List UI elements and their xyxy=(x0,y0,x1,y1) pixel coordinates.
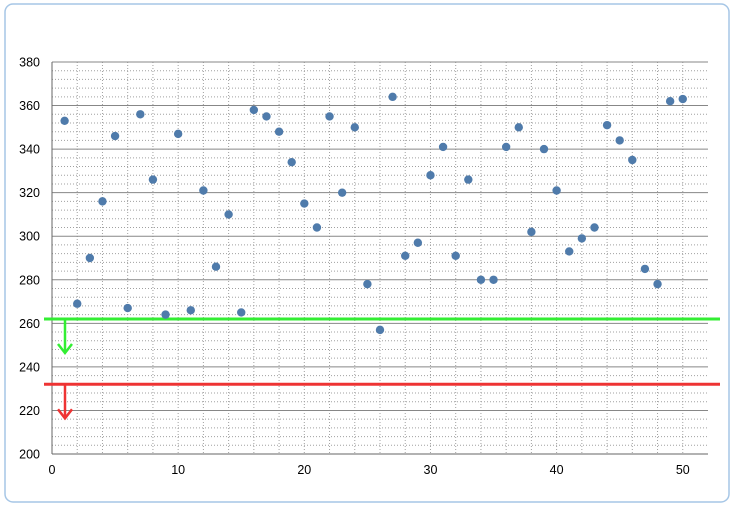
data-point xyxy=(653,279,662,289)
data-point xyxy=(438,142,448,152)
data-point xyxy=(325,112,334,121)
scatter-chart: 200 220 240 260 280 300 320 340 360 380 0 10 20 30 40 5… xyxy=(4,3,730,503)
data-point xyxy=(148,175,158,184)
data-point xyxy=(262,112,271,121)
data-point xyxy=(161,310,170,319)
data-point xyxy=(312,223,322,232)
data-point xyxy=(136,110,145,119)
data-point xyxy=(539,144,549,154)
data-point xyxy=(577,234,587,243)
chart-area: 200 220 240 260 280 300 320 340 360 380 0 10 20 30 40 5… xyxy=(0,0,735,506)
data-point xyxy=(401,251,410,261)
data-point xyxy=(186,306,195,315)
x-tick-label: 40 xyxy=(550,463,564,477)
data-point xyxy=(602,120,612,130)
y-tick-label: 260 xyxy=(19,317,40,331)
x-tick-label: 0 xyxy=(49,463,56,477)
data-point xyxy=(363,279,372,289)
data-point xyxy=(501,142,511,152)
data-point xyxy=(98,197,107,206)
data-point xyxy=(451,251,460,261)
data-point xyxy=(337,188,347,197)
y-tick-label: 280 xyxy=(19,273,40,287)
x-tick-label: 50 xyxy=(676,463,690,477)
data-point xyxy=(274,127,284,136)
data-point xyxy=(300,199,309,208)
data-point xyxy=(388,92,397,102)
data-point xyxy=(350,123,359,132)
y-tick-label: 380 xyxy=(19,56,40,70)
data-point xyxy=(476,275,486,284)
data-point xyxy=(73,299,82,308)
data-point xyxy=(413,238,423,247)
x-tick-label: 10 xyxy=(171,463,185,477)
data-point xyxy=(552,186,561,195)
y-tick-label: 360 xyxy=(19,99,40,113)
data-point xyxy=(640,264,650,274)
data-point xyxy=(489,275,498,284)
data-point xyxy=(678,94,687,104)
x-tick-label: 20 xyxy=(297,463,311,477)
data-point xyxy=(628,155,637,165)
data-point xyxy=(60,116,69,126)
data-point xyxy=(85,253,95,263)
y-tick-label: 200 xyxy=(19,448,40,462)
y-tick-label: 340 xyxy=(19,143,40,157)
data-point xyxy=(615,136,624,145)
chart-frame xyxy=(4,3,730,503)
data-point xyxy=(565,247,574,256)
data-point xyxy=(173,129,183,139)
data-point xyxy=(199,186,208,195)
data-point xyxy=(665,97,675,106)
data-point xyxy=(514,123,523,132)
y-tick-label: 320 xyxy=(19,186,40,200)
data-point xyxy=(110,131,120,141)
data-point xyxy=(237,308,246,317)
data-point xyxy=(375,325,385,335)
data-point xyxy=(123,303,132,313)
data-point xyxy=(464,175,473,184)
data-point xyxy=(249,105,259,115)
x-tick-label: 30 xyxy=(424,463,438,477)
data-point xyxy=(590,223,599,232)
y-tick-label: 220 xyxy=(19,404,40,418)
data-point xyxy=(224,210,233,219)
data-point xyxy=(426,171,435,180)
y-tick-label: 240 xyxy=(19,360,40,374)
y-tick-label: 300 xyxy=(19,230,40,244)
data-point xyxy=(527,227,536,237)
data-point xyxy=(211,262,221,271)
data-point xyxy=(287,157,296,167)
